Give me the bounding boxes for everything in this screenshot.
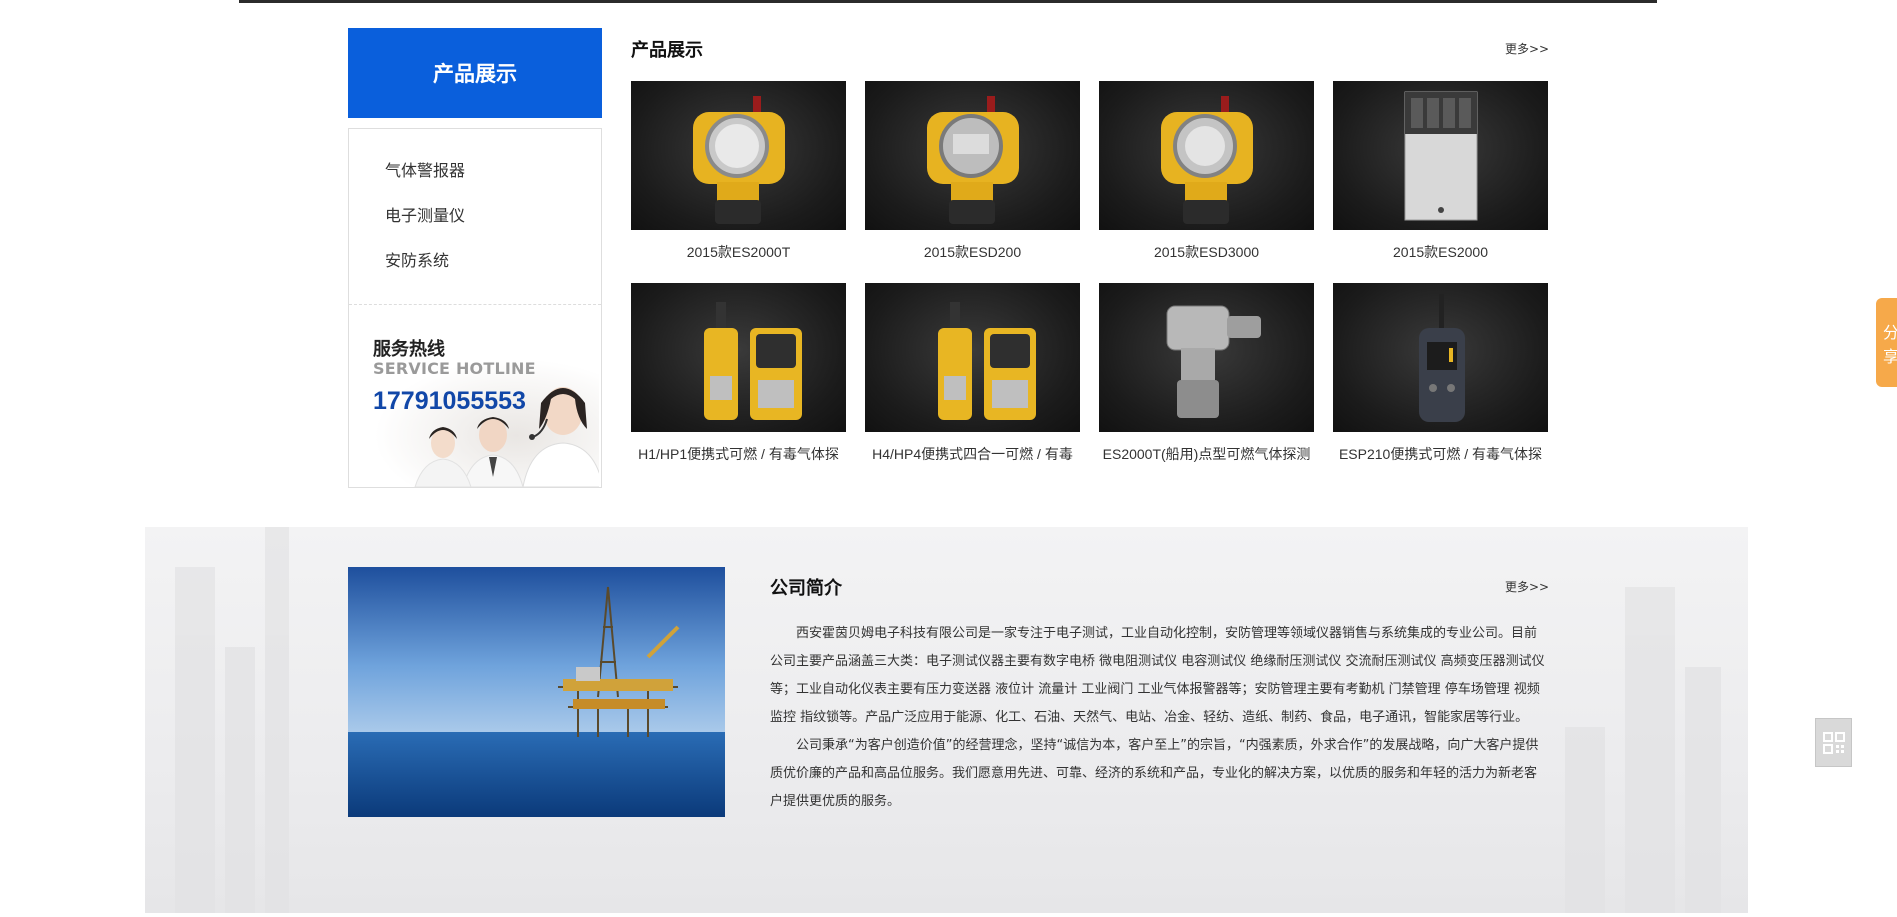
sidebar: 气体警报器 电子测量仪 安防系统 服务热线 SERVICE HOTLINE 17… (348, 128, 602, 488)
product-image (631, 283, 846, 432)
portable-detector-icon (703, 301, 802, 420)
product-card[interactable]: ES2000T(船用)点型可燃气体探测 (1099, 283, 1314, 464)
product-card[interactable]: 2015款ESD3000 (1099, 81, 1314, 262)
sidebar-divider (349, 304, 601, 305)
product-name: ES2000T(船用)点型可燃气体探测 (1102, 446, 1311, 462)
sidebar-title: 产品展示 (348, 28, 602, 118)
product-image (865, 81, 1080, 230)
category-item-electronic-meter[interactable]: 电子测量仪 (385, 202, 601, 247)
product-image (865, 283, 1080, 432)
product-card[interactable]: 2015款ESD200 (865, 81, 1080, 262)
product-name: H4/HP4便携式四合一可燃 / 有毒 (872, 446, 1073, 462)
hotline-title: 服务热线 (373, 339, 445, 360)
customer-service-image (363, 359, 599, 487)
product-image (1333, 283, 1548, 432)
company-paragraph: 公司秉承“为客户创造价值”的经营理念，坚持“诚信为本，客户至上”的宗旨，“内强素… (770, 738, 1539, 809)
qr-code-button[interactable] (1815, 718, 1852, 767)
products-title: 产品展示 (631, 40, 703, 61)
company-description: 西安霍茵贝姆电子科技有限公司是一家专注于电子测试，工业自动化控制，安防管理等领域… (770, 620, 1546, 816)
share-label-1: 分 (1882, 322, 1897, 342)
qr-code-icon (1822, 731, 1845, 754)
product-card[interactable]: H4/HP4便携式四合一可燃 / 有毒 (865, 283, 1080, 464)
product-name: H1/HP1便携式可燃 / 有毒气体探 (638, 446, 839, 462)
product-card[interactable]: 2015款ES2000T (631, 81, 846, 262)
product-image (1099, 283, 1314, 432)
top-divider (239, 0, 1657, 3)
share-label-2: 享 (1882, 346, 1897, 366)
handheld-detector-icon (1418, 293, 1465, 422)
product-card[interactable]: H1/HP1便携式可燃 / 有毒气体探 (631, 283, 846, 464)
hotline-number[interactable]: 17791055553 (373, 387, 526, 416)
yellow-gas-detector-icon (926, 95, 1019, 224)
product-name: 2015款ES2000 (1393, 244, 1488, 260)
company-more-link[interactable]: 更多>> (1505, 578, 1549, 595)
company-title: 公司简介 (770, 578, 842, 599)
company-paragraph: 西安霍茵贝姆电子科技有限公司是一家专注于电子测试，工业自动化控制，安防管理等领域… (770, 626, 1545, 725)
offshore-platform-image (348, 567, 725, 817)
product-name: 2015款ESD200 (923, 244, 1022, 260)
products-more-link[interactable]: 更多>> (1505, 40, 1549, 57)
hotline-subtitle: SERVICE HOTLINE (373, 359, 536, 378)
portable-detector-icon (937, 301, 1036, 420)
share-tab[interactable]: 分 享 (1876, 298, 1897, 387)
product-name: 2015款ES2000T (686, 244, 791, 260)
yellow-gas-detector-icon (692, 95, 785, 224)
yellow-gas-detector-icon (1160, 95, 1253, 224)
product-image (1099, 81, 1314, 230)
category-list: 气体警报器 电子测量仪 安防系统 (349, 129, 601, 292)
category-item-security-system[interactable]: 安防系统 (385, 247, 601, 292)
product-image (1333, 81, 1548, 230)
product-name: ESP210便携式可燃 / 有毒气体探 (1338, 446, 1543, 462)
category-item-gas-alarm[interactable]: 气体警报器 (385, 157, 601, 202)
product-image (631, 81, 846, 230)
steel-detector-icon (1166, 305, 1261, 418)
control-panel-icon (1404, 91, 1477, 220)
product-card[interactable]: 2015款ES2000 (1333, 81, 1548, 262)
product-card[interactable]: ESP210便携式可燃 / 有毒气体探 (1333, 283, 1548, 464)
product-name: 2015款ESD3000 (1153, 244, 1260, 260)
